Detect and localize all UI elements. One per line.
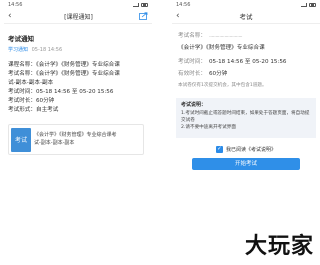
page-title: [课程通知] [64,13,93,21]
detail-line: 考试形式：自主考试 [8,107,59,113]
exam-duration-row: 有效时长： 60分钟 [178,68,316,80]
ellipsis-icon: .......................... [208,33,243,39]
detail-line: 考试时间：05-18 14:56 至 05-20 15:56 [8,89,114,95]
watermark-logo: 大玩家 [244,233,314,259]
exam-instructions: 考试说明： 1.考试时间截止或答题时间结束，如果处于答题页面，将自动提交试卷 2… [176,98,316,138]
exam-name-label-row: 考试名称：.......................... [178,30,316,42]
card-line: 《会计学》《财务管理》专业综合课考 [34,132,117,138]
exam-duration-label: 有效时长： [178,71,206,77]
exam-card[interactable]: 考试 《会计学》《财务管理》专业综合课考 试-副本-副本-副本 [8,124,144,155]
agree-row[interactable]: ✓ 我已阅读《考试说明》 [172,146,320,153]
instructions-heading: 考试说明： [181,102,207,108]
agree-label[interactable]: 我已阅读《考试说明》 [226,146,276,153]
exam-badge: 考试 [11,127,31,152]
signal-icon [301,2,307,7]
detail-line: 考试名称：《会计学》《财务管理》专业综合课 [8,71,120,77]
notice-date: 05-18 14:56 [31,47,63,53]
status-bar: 14:56 [4,0,152,9]
submit-note: 本试卷仅有1次提交机会，其中包含1道题。 [178,83,267,88]
status-icons [133,2,148,7]
exam-card-text: 《会计学》《财务管理》专业综合课考 试-副本-副本-副本 [34,132,117,147]
back-button[interactable]: ‹ [8,11,18,21]
instruction-line: 2.请不要中途离开考试界面 [181,125,236,130]
battery-icon [309,2,316,7]
notice-tag[interactable]: 学习通知 [8,47,28,53]
exam-screen: 14:56 ‹ 考试 考试名称：........................… [172,0,320,265]
notice-details: 课程名称：《会计学》《财务管理》专业综合课 考试名称：《会计学》《财务管理》专业… [8,61,148,115]
nav-bar: ‹ 考试 [172,9,320,24]
exam-time-label: 考试时间： [178,59,206,65]
detail-line: 试-副本-副本-副本 [8,80,54,86]
exam-time-value: 05-18 14:56 至 05-20 15:56 [208,59,287,65]
start-exam-button[interactable]: 开始考试 [192,158,300,170]
card-line: 试-副本-副本-副本 [34,139,75,146]
exam-info: 考试名称：.......................... 《会计学》《财务… [172,24,320,80]
back-button[interactable]: ‹ [176,11,186,21]
instruction-line: 1.考试时间截止或答题时间结束，如果处于答题页面，将自动提交试卷 [181,111,310,123]
detail-line: 课程名称：《会计学》《财务管理》专业综合课 [8,62,120,68]
detail-line: 考试时长：60分钟 [8,98,55,104]
notice-meta: 学习通知 05-18 14:56 [8,46,148,53]
page-title: 考试 [239,13,253,21]
status-time: 14:56 [8,1,23,8]
agree-checkbox[interactable]: ✓ [215,146,223,153]
status-bar: 14:56 [172,0,320,9]
battery-icon [141,2,148,7]
notice-screen: 14:56 ‹ [课程通知] 考试通知 学习通知 05-18 14:56 课程名… [4,0,152,265]
share-icon[interactable] [139,12,148,20]
notice-title: 考试通知 [8,35,34,43]
exam-name-label: 考试名称： [178,33,206,39]
status-time: 14:56 [176,1,191,8]
status-icons [301,2,316,7]
nav-bar: ‹ [课程通知] [4,9,152,24]
signal-icon [133,2,139,7]
exam-name-value: 《会计学》《财务管理》专业综合课 [178,45,265,51]
exam-duration-value: 60分钟 [208,71,228,77]
exam-time-row: 考试时间： 05-18 14:56 至 05-20 15:56 [178,56,316,68]
